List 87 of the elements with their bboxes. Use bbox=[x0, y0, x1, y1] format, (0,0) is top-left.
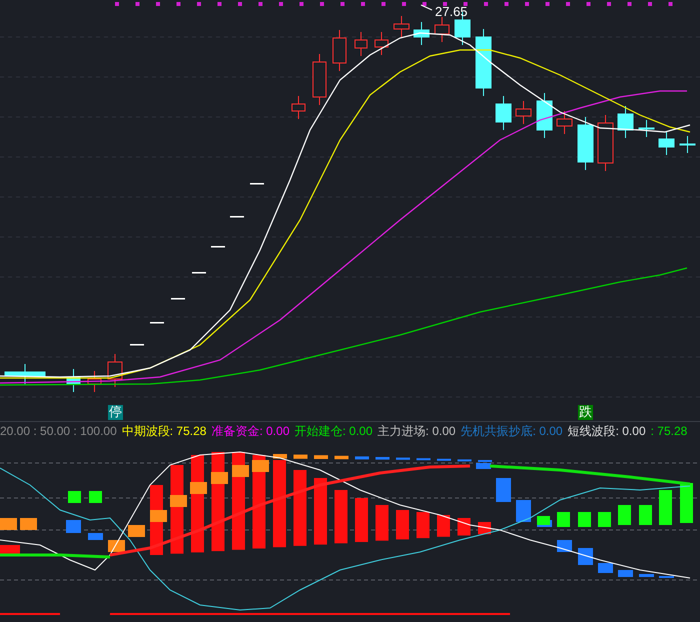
candlestick bbox=[292, 96, 306, 120]
indicator-block bbox=[0, 518, 17, 530]
baseline-signal-line bbox=[0, 613, 60, 616]
indicator-block bbox=[557, 540, 572, 552]
indicator-dash bbox=[437, 459, 451, 462]
indicator-value: 中期波段: 75.28 bbox=[122, 422, 206, 440]
indicator-block bbox=[66, 520, 81, 534]
indicator-block bbox=[190, 482, 207, 494]
histogram-bar bbox=[437, 515, 450, 538]
indicator-block bbox=[516, 500, 531, 522]
candlestick bbox=[680, 136, 696, 154]
histogram-bar bbox=[355, 498, 368, 542]
indicator-bar bbox=[659, 490, 672, 526]
candlestick bbox=[578, 116, 594, 170]
candlestick bbox=[638, 120, 654, 138]
histogram-bar bbox=[314, 478, 327, 545]
indicator-block bbox=[476, 463, 491, 470]
histogram-bar bbox=[334, 490, 348, 544]
indicator-dash bbox=[458, 460, 472, 462]
candlestick bbox=[108, 354, 122, 388]
candlestick bbox=[374, 32, 388, 56]
candlestick bbox=[434, 16, 450, 42]
indicator-value: 开始建仓: 0.00 bbox=[294, 422, 373, 440]
indicator-block bbox=[88, 533, 103, 540]
indicator-block bbox=[659, 576, 674, 578]
indicator-value: 主力进场: 0.00 bbox=[378, 422, 456, 440]
indicator-bar bbox=[639, 505, 652, 526]
indicator-dash bbox=[273, 454, 287, 459]
indicator-bar bbox=[578, 512, 591, 528]
indicator-bar bbox=[618, 505, 631, 526]
indicator-block bbox=[150, 510, 167, 522]
indicator-bar bbox=[557, 512, 570, 528]
indicator-bar bbox=[68, 491, 81, 504]
indicator-bar bbox=[680, 483, 693, 524]
candlestick bbox=[476, 28, 492, 96]
candlestick bbox=[598, 114, 614, 172]
candlestick bbox=[658, 130, 674, 156]
candlestick bbox=[312, 54, 326, 106]
indicator-block bbox=[128, 525, 145, 538]
indicator-block bbox=[618, 570, 633, 578]
indicator-block bbox=[252, 460, 269, 472]
indicator-dash bbox=[416, 458, 430, 460]
indicator-dash bbox=[294, 454, 308, 460]
indicator-block bbox=[639, 574, 654, 578]
indicator-bar bbox=[537, 516, 550, 526]
indicator-bar bbox=[89, 491, 102, 504]
indicator-params: 20.00 : 50.00 : 100.00 bbox=[0, 424, 117, 438]
signal-marker: 跌 bbox=[578, 405, 593, 420]
indicator-dash bbox=[396, 458, 410, 460]
indicator-block bbox=[578, 548, 593, 566]
leader-line bbox=[420, 4, 432, 10]
candlestick bbox=[88, 370, 102, 392]
histogram-bar bbox=[376, 505, 388, 541]
indicator-dash bbox=[478, 460, 492, 462]
indicator-block bbox=[211, 472, 228, 484]
indicator-dash bbox=[314, 455, 328, 460]
candlestick bbox=[496, 96, 512, 130]
indicator-dash bbox=[376, 457, 390, 460]
candlestick bbox=[414, 22, 430, 46]
indicator-value: 先机共振抄底: 0.00 bbox=[460, 422, 563, 440]
indicator-block bbox=[496, 478, 511, 502]
histogram-bar bbox=[416, 512, 430, 538]
candlestick bbox=[516, 100, 532, 124]
indicator-bar bbox=[598, 512, 611, 528]
indicator-dash bbox=[355, 456, 369, 460]
high-price-label: 27.65 bbox=[435, 4, 468, 19]
histogram-bar bbox=[458, 518, 470, 536]
candlestick bbox=[618, 106, 634, 138]
indicator-block bbox=[232, 465, 249, 478]
histogram-bar bbox=[396, 510, 409, 540]
signal-marker: 停 bbox=[108, 405, 123, 420]
candlestick bbox=[66, 368, 80, 392]
indicator-block bbox=[598, 563, 613, 574]
indicator-value: : 75.28 bbox=[650, 424, 688, 438]
histogram-bar bbox=[0, 545, 20, 556]
candlestick bbox=[332, 30, 346, 72]
indicator-value: 短线波段: 0.00 bbox=[568, 422, 646, 440]
candlestick bbox=[536, 92, 552, 138]
indicator-dash bbox=[334, 456, 348, 460]
candlestick bbox=[394, 16, 410, 38]
indicator-block bbox=[108, 540, 125, 552]
candlestick bbox=[354, 32, 368, 56]
candlestick bbox=[4, 364, 46, 384]
indicator-block bbox=[170, 495, 187, 508]
indicator-value: 准备资金: 0.00 bbox=[211, 422, 290, 440]
candlestick bbox=[556, 110, 572, 134]
indicator-block bbox=[20, 518, 37, 530]
